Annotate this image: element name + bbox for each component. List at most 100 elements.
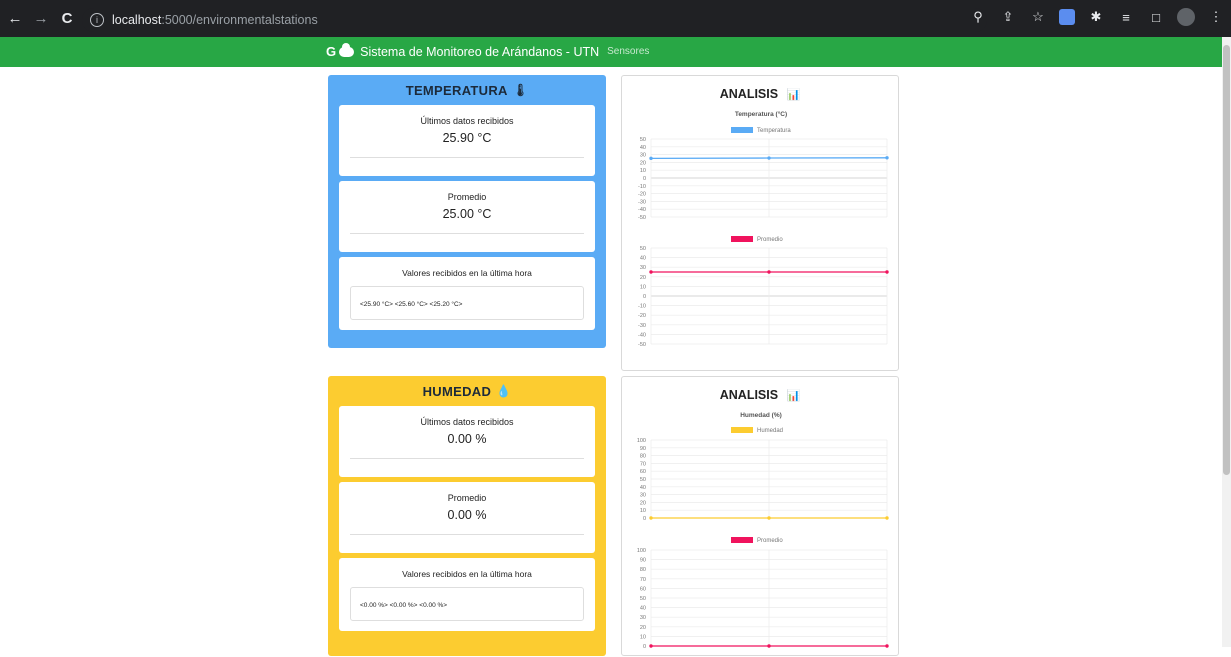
side-panel-icon[interactable]: □ [1147,8,1165,26]
temperature-hour-card: Valores recibidos en la última hora <25.… [339,257,595,330]
zoom-icon[interactable]: ⚲ [969,8,987,26]
nav-link-sensores[interactable]: Sensores [607,46,649,57]
hour-label: Valores recibidos en la última hora [402,268,532,278]
y-tick-label: -20 [638,313,646,319]
y-tick-label: 60 [640,586,646,592]
y-tick-label: 20 [640,625,646,631]
y-tick-label: 10 [640,168,646,174]
divider [350,534,584,535]
hour-label: Valores recibidos en la última hora [402,569,532,579]
humidity-charts: Humedad (%)Humedad1009080706050403020100… [637,412,889,650]
scrollbar[interactable] [1222,37,1231,647]
humidity-latest-card: Últimos datos recibidos 0.00 % [339,406,595,477]
y-tick-label: 40 [640,145,646,151]
latest-label: Últimos datos recibidos [420,417,514,427]
y-tick-label: 40 [640,256,646,262]
y-tick-label: 10 [640,634,646,640]
y-tick-label: -20 [638,192,646,198]
humidity-title-text: HUMEDAD [422,383,492,399]
reading-list-icon[interactable]: ≡ [1117,8,1135,26]
extensions-area: ⚲ ⇪ ☆ ✱ ≡ □ ⋮ [969,8,1225,26]
menu-dots-icon[interactable]: ⋮ [1207,8,1225,26]
star-icon[interactable]: ☆ [1029,8,1047,26]
brand[interactable]: G Sistema de Monitoreo de Arándanos - UT… [326,42,649,59]
extension-badge-icon[interactable] [1059,9,1075,25]
url-host: localhost [112,13,162,27]
temperature-panel: TEMPERATURA 🌡 Últimos datos recibidos 25… [328,75,606,348]
data-point [767,270,771,274]
divider [350,157,584,158]
hour-values: <0.00 %> <0.00 %> <0.00 %> [350,587,584,621]
y-tick-label: -40 [638,332,646,338]
humidity-analysis-panel: ANALISIS 📊 Humedad (%) Humedad 100 90 80 70 60… [621,376,899,656]
url-path: :5000/environmentalstations [161,13,318,27]
y-tick-label: 10 [640,284,646,290]
chart-title: Humedad (%) [740,412,782,419]
y-tick-label: 70 [640,577,646,583]
y-tick-label: 20 [640,500,646,506]
temperature-title-text: TEMPERATURA [405,82,508,98]
y-tick-label: 20 [640,275,646,281]
data-point [649,644,653,648]
scroll-thumb[interactable] [1223,45,1230,475]
y-tick-label: 40 [640,485,646,491]
legend-label: Temperatura [757,128,791,134]
data-point [767,644,771,648]
puzzle-icon[interactable]: ✱ [1087,8,1105,26]
y-tick-label: 40 [640,606,646,612]
data-point [885,516,889,520]
y-tick-label: 50 [640,137,646,143]
browser-toolbar: ← → C i localhost:5000/environmentalstat… [0,0,1231,37]
temperature-title: TEMPERATURA 🌡 [339,75,595,105]
y-tick-label: -30 [638,323,646,329]
humidity-average-card: Promedio 0.00 % [339,482,595,553]
y-tick-label: 90 [640,446,646,452]
hour-values: <25.90 °C> <25.60 °C> <25.20 °C> [350,286,584,320]
temperature-charts: Temperatura (°C)Temperatura50403020100-1… [638,110,889,348]
latest-value: 0.00 % [447,432,487,446]
y-tick-label: 100 [637,438,646,444]
y-tick-label: 30 [640,493,646,499]
reload-icon[interactable]: C [56,8,78,30]
legend-label: Humedad [757,428,783,434]
y-tick-label: 70 [640,461,646,467]
y-tick-label: 30 [640,615,646,621]
info-icon[interactable]: i [90,13,104,27]
y-tick-label: 50 [640,246,646,252]
address-bar[interactable]: i localhost:5000/environmentalstations [82,8,987,32]
data-point [885,270,889,274]
humidity-panel: HUMEDAD 💧 Últimos datos recibidos 0.00 %… [328,376,606,656]
temperature-average-card: Promedio 25.00 °C [339,181,595,252]
latest-value: 25.90 °C [442,131,492,145]
legend-swatch [731,427,753,433]
legend-swatch [731,236,753,242]
temperature-analysis-panel: ANALISIS 📊 Temperatura (°C) Temperatura 50… [621,75,899,371]
average-label: Promedio [447,493,487,503]
average-value: 0.00 % [447,508,487,522]
divider [350,458,584,459]
data-point [885,644,889,648]
y-tick-label: 30 [640,153,646,159]
average-label: Promedio [447,192,487,202]
data-point [767,516,771,520]
data-point [767,156,771,160]
share-icon[interactable]: ⇪ [999,8,1017,26]
average-value: 25.00 °C [442,207,492,221]
y-tick-label: 100 [637,548,646,554]
data-point [649,156,653,161]
y-tick-label: 60 [640,469,646,475]
y-tick-label: -10 [638,304,646,310]
legend-label: Promedio [757,538,783,544]
navbar: G Sistema de Monitoreo de Arándanos - UT… [0,37,1231,67]
legend-swatch [731,127,753,133]
humidity-title: HUMEDAD 💧 [339,376,595,406]
profile-avatar[interactable] [1177,8,1195,26]
legend-label: Promedio [757,237,783,243]
data-point [649,516,653,520]
y-tick-label: -30 [638,199,646,205]
brand-logo: G [326,44,337,59]
y-tick-label: -50 [638,215,646,221]
back-arrow-icon[interactable]: ← [4,8,26,30]
y-tick-label: 0 [643,516,646,522]
forward-arrow-icon[interactable]: → [30,8,52,30]
